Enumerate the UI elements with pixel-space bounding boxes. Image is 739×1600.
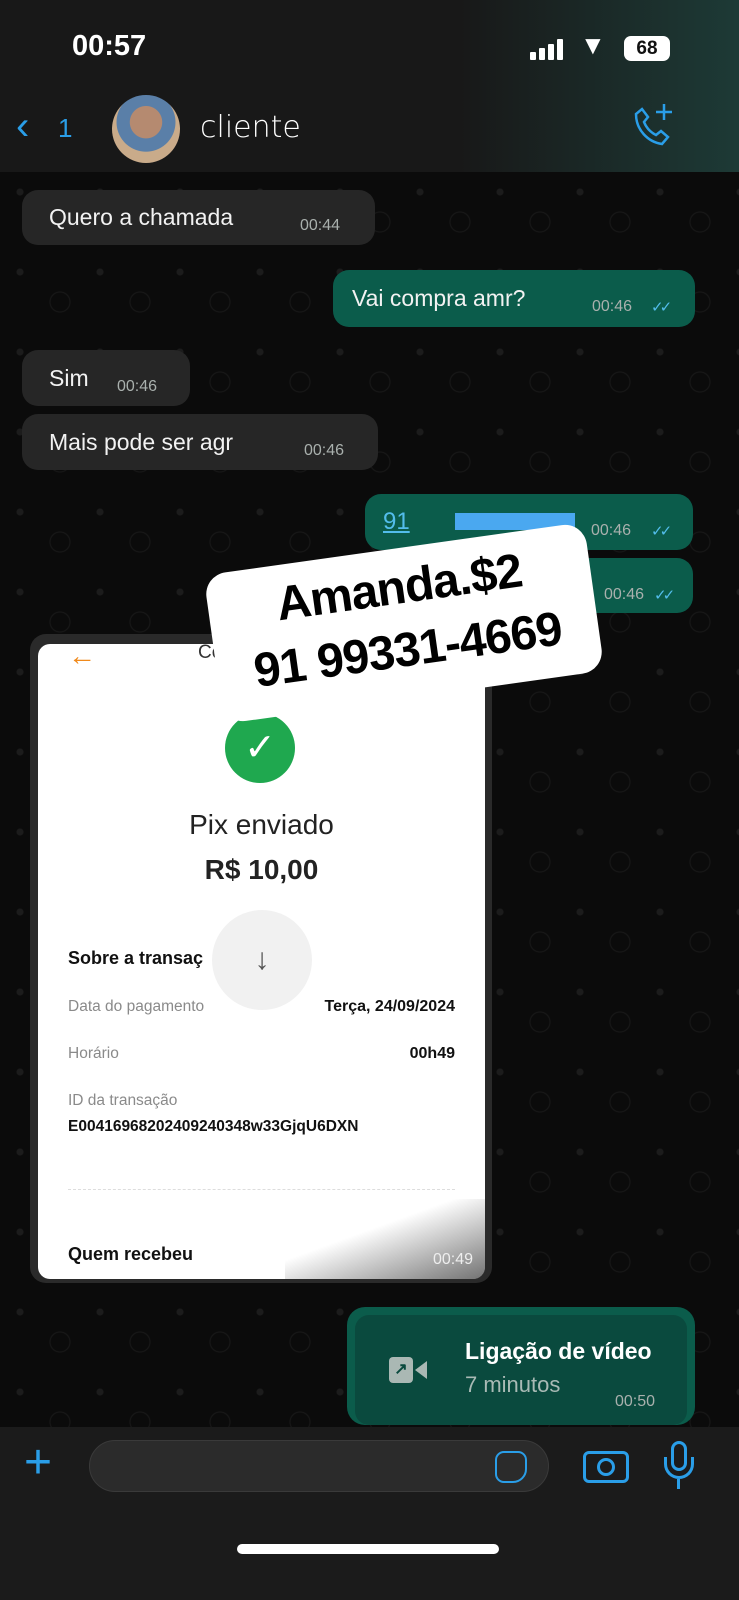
transaction-id: E00416968202409240348w33GjqU6DXN [68, 1118, 359, 1135]
call-title: Ligação de vídeo [465, 1338, 652, 1364]
message-time: 00:50 [615, 1393, 656, 1410]
message-text: Quero a chamada [49, 204, 234, 230]
message-text: Vai compra amr? [352, 285, 526, 311]
message-time: 00:46 [304, 442, 345, 459]
row-label: Data do pagamento [68, 998, 205, 1015]
row-label: Horário [68, 1045, 119, 1062]
back-button[interactable]: ‹ [16, 104, 29, 148]
image-message[interactable]: ← Co ✓ Pix enviado R$ 10,00 Sobre a tran… [30, 634, 492, 1283]
message-time: 00:44 [300, 217, 341, 234]
avatar[interactable] [112, 95, 180, 163]
row-value: Terça, 24/09/2024 [324, 998, 455, 1015]
download-icon[interactable]: ↓ [212, 910, 312, 1010]
composer-bar: + [0, 1427, 739, 1600]
top-bar: 00:57 ▼ 68 ‹ 1 cliente [0, 0, 739, 172]
message-time: 00:49 [432, 1251, 473, 1268]
home-indicator [237, 1544, 499, 1554]
video-call-message[interactable]: ↗ Ligação de vídeo 7 minutos 00:50 [347, 1307, 695, 1425]
add-call-icon[interactable] [630, 100, 676, 148]
back-arrow-icon: ← [68, 644, 96, 671]
microphone-icon[interactable] [664, 1441, 694, 1489]
receipt-amount: R$ 10,00 [204, 854, 319, 885]
success-check-icon: ✓ [225, 713, 295, 783]
message-input[interactable] [89, 1440, 549, 1492]
recipient-heading: Quem recebeu [68, 1244, 194, 1264]
battery-level: 68 [636, 38, 658, 59]
wifi-icon: ▼ [580, 30, 606, 60]
video-call-icon: ↗ [389, 1357, 429, 1383]
read-ticks-icon: ✓✓ [651, 523, 672, 540]
camera-icon[interactable] [583, 1451, 629, 1483]
phone-link[interactable]: 91 [383, 508, 410, 536]
message-incoming: Mais pode ser agr 00:46 [22, 414, 378, 470]
message-time: 00:46 [591, 522, 632, 539]
message-incoming: Quero a chamada 00:44 [22, 190, 375, 245]
contact-name[interactable]: cliente [200, 110, 301, 145]
call-duration: 7 minutos [465, 1372, 561, 1397]
row-label: ID da transação [68, 1092, 178, 1109]
read-ticks-icon: ✓✓ [651, 299, 672, 316]
battery-icon: 68 [624, 36, 670, 61]
message-time: 00:46 [592, 298, 633, 315]
receipt-heading: Pix enviado [189, 809, 334, 840]
unread-count[interactable]: 1 [58, 113, 72, 144]
sticker-icon[interactable] [495, 1451, 527, 1483]
signal-icon [530, 38, 566, 60]
row-value: 00h49 [409, 1045, 455, 1062]
divider [68, 1189, 455, 1190]
message-text: Mais pode ser agr [49, 429, 234, 455]
message-time: 00:46 [604, 586, 645, 603]
receipt-screenshot[interactable]: ← Co ✓ Pix enviado R$ 10,00 Sobre a tran… [38, 644, 485, 1279]
read-ticks-icon: ✓✓ [654, 587, 675, 604]
message-incoming: Sim 00:46 [22, 350, 190, 406]
status-time: 00:57 [72, 30, 147, 62]
message-time: 00:46 [117, 378, 158, 395]
section-heading: Sobre a transaç [68, 948, 204, 968]
plus-icon[interactable]: + [24, 1435, 52, 1490]
message-text: Sim [49, 365, 89, 391]
message-outgoing: Vai compra amr? 00:46 ✓✓ [333, 270, 695, 327]
